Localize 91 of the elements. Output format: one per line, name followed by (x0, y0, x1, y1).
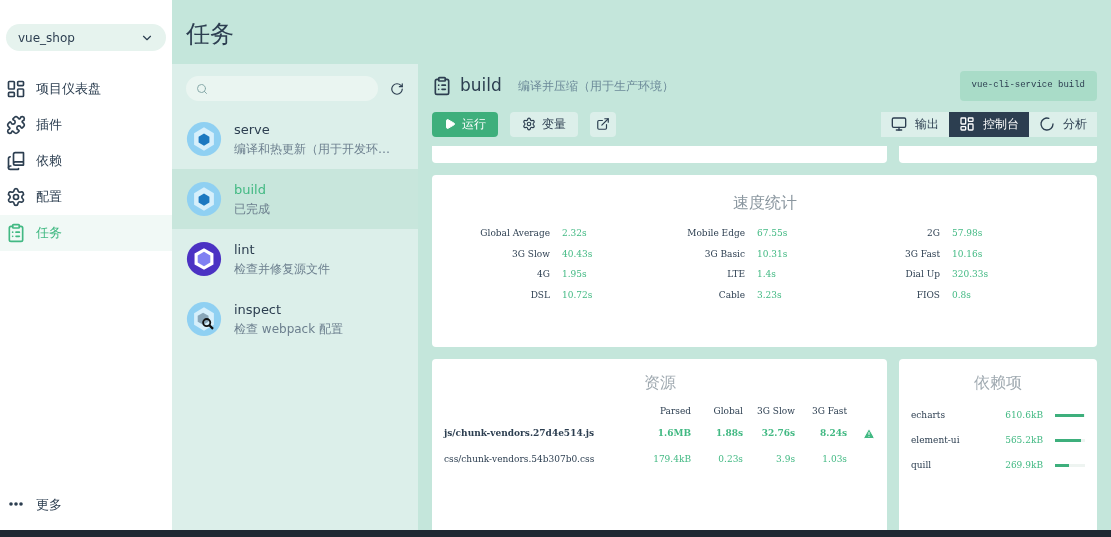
cube-icon (186, 181, 222, 217)
dependency-size: 565.2kB (1004, 433, 1043, 447)
task-description: 编译和热更新（用于开发环… (234, 140, 390, 158)
task-title: build (460, 74, 502, 98)
more-item[interactable]: 更多 (0, 494, 172, 514)
stat-value: 10.16s (952, 247, 983, 261)
stat-label: DSL (529, 288, 550, 302)
puzzle-icon (6, 115, 26, 135)
project-dropdown[interactable]: vue_shop (6, 24, 166, 51)
stat-value: 10.72s (562, 288, 593, 302)
clipboard-icon (6, 223, 26, 243)
inspect-icon (186, 301, 222, 337)
stat-label: 2G (926, 227, 940, 240)
refresh-icon[interactable] (390, 81, 404, 96)
stat-label: LTE (726, 268, 745, 281)
command-label: vue-cli-service build (959, 71, 1097, 101)
dependency-name: element-ui (911, 433, 961, 447)
stat-label: Global Average (479, 227, 550, 240)
view-tab[interactable]: 分析 (1029, 111, 1097, 137)
table-cell-text: css/chunk-vendors.54b307b0.css (444, 453, 596, 467)
dependency-name: echarts (911, 408, 947, 422)
stat-label: Cable (717, 288, 745, 302)
dashboard-icon (6, 79, 26, 99)
nav-item[interactable]: 项目仪表盘 (0, 71, 172, 107)
task-description: 检查并修复源文件 (234, 260, 330, 278)
view-tab[interactable]: 控制台 (949, 111, 1029, 137)
stat-label: Mobile Edge (686, 227, 745, 240)
card-title: 依赖项 (973, 372, 1023, 394)
task-description: 检查 webpack 配置 (234, 320, 343, 338)
table-cell-text: 1.88s (715, 427, 743, 441)
view-tab[interactable]: 输出 (881, 111, 949, 137)
dependency-size: 610.6kB (1004, 408, 1043, 422)
settings-icon (522, 117, 536, 131)
stat-label: 3G Fast (904, 247, 940, 261)
stat-label: Dial Up (904, 268, 940, 281)
task-item[interactable]: serve 编译和热更新（用于开发环… (172, 109, 418, 169)
stat-label: FIOS (915, 288, 940, 302)
stat-value: 1.4s (757, 268, 776, 281)
stat-value: 1.95s (562, 268, 587, 281)
card-title: 速度统计 (731, 192, 798, 214)
monitor-icon (891, 116, 907, 132)
stat-label: 3G Slow (511, 247, 550, 261)
page-title: 任务 (186, 19, 234, 50)
stat-value: 0.8s (952, 288, 971, 302)
clipboard-icon (432, 76, 452, 96)
task-name: lint (234, 241, 256, 260)
task-description: 已完成 (234, 200, 270, 218)
stat-value: 2.32s (562, 227, 587, 240)
stat-value: 320.33s (952, 268, 989, 281)
column-header: 3G Slow (756, 405, 795, 419)
stat-value: 3.23s (757, 288, 782, 302)
dependency-size: 269.9kB (1004, 458, 1043, 472)
cube-icon (186, 121, 222, 157)
search-field[interactable] (186, 76, 378, 101)
table-cell-text: js/chunk-vendors.27d4e514.js (444, 427, 596, 441)
variables-button[interactable]: 变量 (510, 111, 578, 137)
nav-item[interactable]: 依赖 (0, 143, 172, 179)
dashboard-icon (959, 116, 975, 132)
nav-item[interactable]: 配置 (0, 179, 172, 215)
task-item[interactable]: inspect 检查 webpack 配置 (172, 289, 418, 349)
task-name: inspect (234, 301, 283, 320)
column-header: Parsed (658, 405, 691, 419)
stat-label: 4G (536, 268, 550, 281)
dependency-name: quill (911, 458, 933, 472)
table-cell-text: 0.23s (717, 453, 743, 467)
table-cell-text: 3.9s (775, 453, 795, 467)
table-cell-text: 179.4kB (652, 453, 691, 467)
card-title: 资源 (642, 372, 677, 394)
search-icon (196, 82, 208, 95)
table-cell-text: 1.03s (821, 453, 847, 467)
books-icon (6, 151, 26, 171)
open-button[interactable] (590, 111, 616, 137)
play-icon (444, 118, 456, 130)
task-name: serve (234, 121, 271, 140)
column-header: 3G Fast (811, 405, 847, 419)
table-cell-text: 1.6MB (656, 427, 691, 441)
stat-value: 67.55s (757, 227, 788, 240)
task-item[interactable]: lint 检查并修复源文件 (172, 229, 418, 289)
column-header: Global (712, 405, 743, 419)
stat-value: 57.98s (952, 227, 983, 240)
stat-value: 40.43s (562, 247, 593, 261)
nav-item[interactable]: 插件 (0, 107, 172, 143)
open-external-icon (596, 117, 610, 131)
settings-icon (6, 187, 26, 207)
task-subtitle: 编译并压缩（用于生产环境） (517, 78, 674, 95)
table-cell-text: 8.24s (819, 427, 847, 441)
table-cell-text: 32.76s (760, 427, 795, 441)
stat-value: 10.31s (757, 247, 788, 261)
stat-label: 3G Basic (703, 247, 745, 261)
task-name: build (234, 181, 267, 200)
more-icon (9, 502, 23, 507)
